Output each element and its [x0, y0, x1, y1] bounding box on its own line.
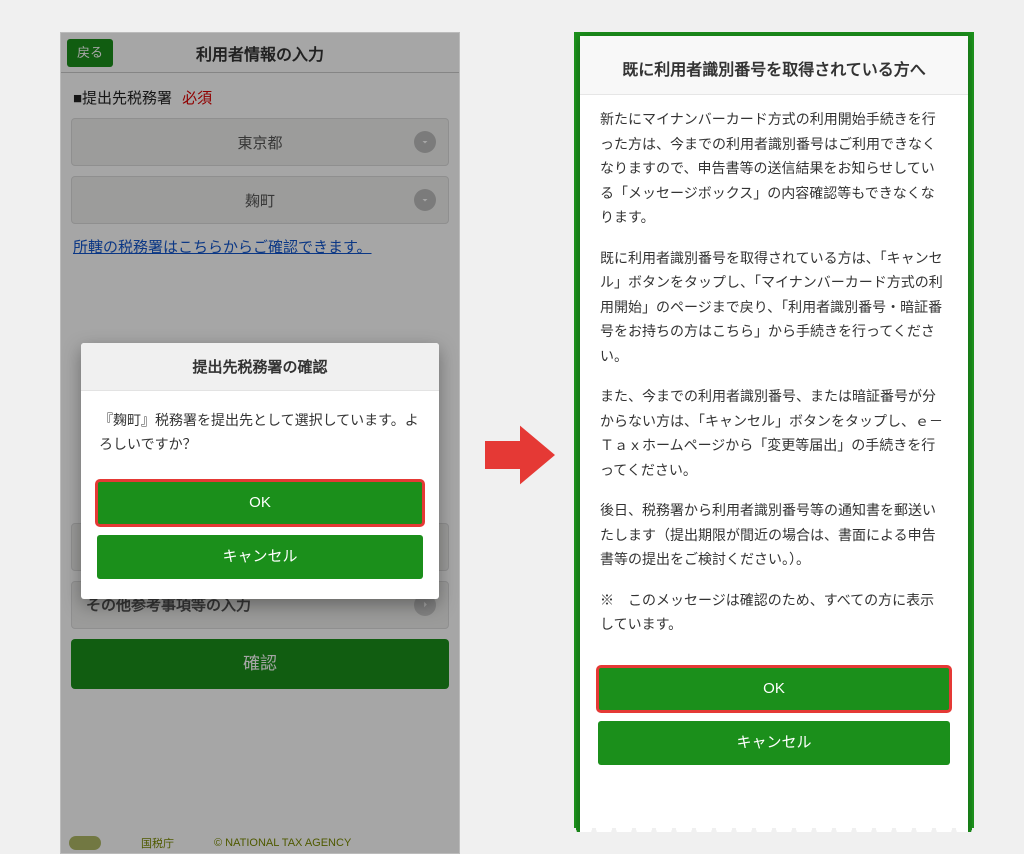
footer: 国税庁 © NATIONAL TAX AGENCY	[61, 835, 459, 851]
field-label-row: ■提出先税務署 必須	[73, 87, 449, 108]
flow-arrow-icon	[485, 420, 555, 490]
cancel-button[interactable]: キャンセル	[598, 721, 950, 765]
dialog-paragraph: 新たにマイナンバーカード方式の利用開始手続きを行った方は、今までの利用者識別番号…	[600, 107, 948, 230]
jurisdiction-link[interactable]: 所轄の税務署はこちらからご確認できます。	[73, 234, 447, 263]
dialog-body: 新たにマイナンバーカード方式の利用開始手続きを行った方は、今までの利用者識別番号…	[580, 95, 968, 657]
prefecture-select[interactable]: 東京都	[71, 118, 449, 166]
confirm-button[interactable]: 確認	[71, 639, 449, 689]
dialog-paragraph: 後日、税務署から利用者識別番号等の通知書を郵送いたします（提出期限が間近の場合は…	[600, 498, 948, 572]
page-title: 利用者情報の入力	[61, 41, 459, 65]
nta-logo-icon	[69, 836, 101, 850]
dialog-paragraph: ※ このメッセージは確認のため、すべての方に表示しています。	[600, 588, 948, 637]
dialog-paragraph: また、今までの利用者識別番号、または暗証番号が分からない方は、「キャンセル」ボタ…	[600, 384, 948, 482]
footer-org: 国税庁	[141, 835, 174, 851]
torn-edge-decoration	[574, 828, 974, 846]
back-button[interactable]: 戻る	[67, 39, 113, 67]
left-screen: 戻る 利用者情報の入力 ■提出先税務署 必須 東京都 麹町 所轄の税務署はこちら…	[60, 32, 460, 854]
field-label: ■提出先税務署	[73, 87, 172, 108]
dialog-paragraph: 既に利用者識別番号を取得されている方は、「キャンセル」ボタンをタップし、「マイナ…	[600, 246, 948, 369]
right-screen: 既に利用者識別番号を取得されている方へ 新たにマイナンバーカード方式の利用開始手…	[574, 32, 974, 832]
cancel-button[interactable]: キャンセル	[97, 535, 423, 579]
chevron-down-icon	[414, 131, 436, 153]
ok-button[interactable]: OK	[598, 667, 950, 711]
existing-userid-dialog: 既に利用者識別番号を取得されている方へ 新たにマイナンバーカード方式の利用開始手…	[580, 36, 968, 832]
office-value: 麹町	[245, 190, 275, 211]
dialog-title: 提出先税務署の確認	[81, 343, 439, 391]
left-header: 戻る 利用者情報の入力	[61, 33, 459, 73]
confirm-tax-office-dialog: 提出先税務署の確認 『麹町』税務署を提出先として選択しています。よろしいですか？…	[81, 343, 439, 599]
dialog-body: 『麹町』税務署を提出先として選択しています。よろしいですか？	[81, 391, 439, 465]
footer-copy: © NATIONAL TAX AGENCY	[214, 837, 351, 849]
ok-button[interactable]: OK	[97, 481, 423, 525]
chevron-down-icon	[414, 189, 436, 211]
office-select[interactable]: 麹町	[71, 176, 449, 224]
dialog-title: 既に利用者識別番号を取得されている方へ	[580, 36, 968, 95]
required-badge: 必須	[182, 87, 212, 108]
prefecture-value: 東京都	[237, 132, 282, 153]
